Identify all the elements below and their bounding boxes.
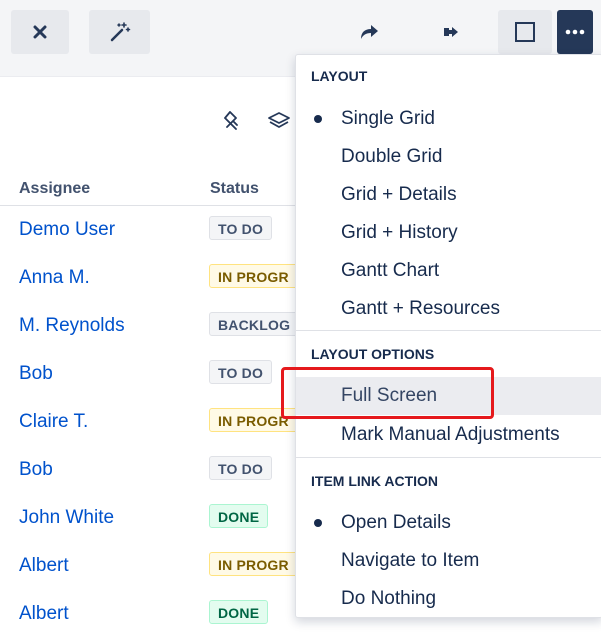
menu-item-mark-manual-adjustments[interactable]: Mark Manual Adjustments (296, 416, 601, 454)
column-header-assignee[interactable]: Assignee (19, 180, 90, 198)
layers-icon[interactable] (267, 110, 291, 137)
menu-item-label: Do Nothing (341, 588, 437, 609)
menu-section-item-link-action: ITEM LINK ACTION (311, 473, 439, 489)
status-badge: TO DO (209, 456, 273, 480)
menu-divider (296, 457, 601, 458)
assignee-link[interactable]: Albert (19, 603, 69, 625)
status-badge: DONE (209, 600, 269, 624)
assignee-link[interactable]: M. Reynolds (19, 315, 125, 337)
more-button[interactable] (557, 10, 593, 54)
status-badge: TO DO (209, 216, 273, 240)
menu-section-layout: LAYOUT (311, 68, 368, 84)
menu-item-double-grid[interactable]: Double Grid (296, 138, 601, 176)
menu-item-label: Gantt Chart (341, 260, 440, 281)
menu-section-layout-options: LAYOUT OPTIONS (311, 346, 435, 362)
menu-item-label: Double Grid (341, 146, 443, 167)
menu-item-label: Gantt + Resources (341, 298, 500, 319)
export-button[interactable] (431, 10, 471, 54)
fullscreen-toggle-button[interactable] (498, 10, 552, 54)
close-button[interactable] (11, 10, 69, 54)
menu-item-grid-history[interactable]: Grid + History (296, 214, 601, 252)
assignee-link[interactable]: John White (19, 507, 114, 529)
magic-button[interactable] (89, 10, 150, 54)
close-icon (33, 25, 47, 39)
share-arrow-icon (359, 23, 379, 41)
menu-item-gantt-chart[interactable]: Gantt Chart (296, 252, 601, 290)
selected-bullet-icon (314, 519, 322, 527)
assignee-link[interactable]: Bob (19, 363, 53, 385)
assignee-link[interactable]: Albert (19, 555, 69, 577)
assignee-link[interactable]: Demo User (19, 219, 115, 241)
status-badge: TO DO (209, 360, 273, 384)
selected-bullet-icon (314, 115, 322, 123)
pin-icon[interactable] (222, 110, 244, 137)
menu-item-label: Single Grid (341, 108, 435, 129)
status-badge: IN PROGR (209, 552, 298, 576)
menu-item-label: Mark Manual Adjustments (341, 424, 560, 445)
status-badge: IN PROGR (209, 264, 298, 288)
square-icon (514, 21, 536, 43)
menu-item-grid-details[interactable]: Grid + Details (296, 176, 601, 214)
menu-item-navigate-to-item[interactable]: Navigate to Item (296, 542, 601, 580)
menu-item-open-details[interactable]: Open Details (296, 504, 601, 542)
status-badge: DONE (209, 504, 269, 528)
share-button[interactable] (349, 10, 389, 54)
status-badge: BACKLOG (209, 312, 300, 336)
magic-wand-icon (109, 21, 131, 43)
menu-item-label: Grid + History (341, 222, 458, 243)
assignee-link[interactable]: Anna M. (19, 267, 90, 289)
menu-item-do-nothing[interactable]: Do Nothing (296, 580, 601, 617)
menu-item-label: Grid + Details (341, 184, 457, 205)
menu-item-single-grid[interactable]: Single Grid (296, 100, 601, 138)
assignee-link[interactable]: Bob (19, 459, 53, 481)
assignee-link[interactable]: Claire T. (19, 411, 88, 433)
column-header-status[interactable]: Status (210, 180, 259, 198)
menu-item-label: Navigate to Item (341, 550, 480, 571)
menu-item-label: Open Details (341, 512, 451, 533)
menu-item-gantt-resources[interactable]: Gantt + Resources (296, 290, 601, 328)
highlight-annotation-box (281, 367, 494, 419)
menu-divider (296, 330, 601, 331)
more-icon (565, 29, 585, 35)
more-options-menu: LAYOUT Single Grid Double Grid Grid + De… (295, 54, 601, 618)
export-icon (443, 25, 459, 39)
